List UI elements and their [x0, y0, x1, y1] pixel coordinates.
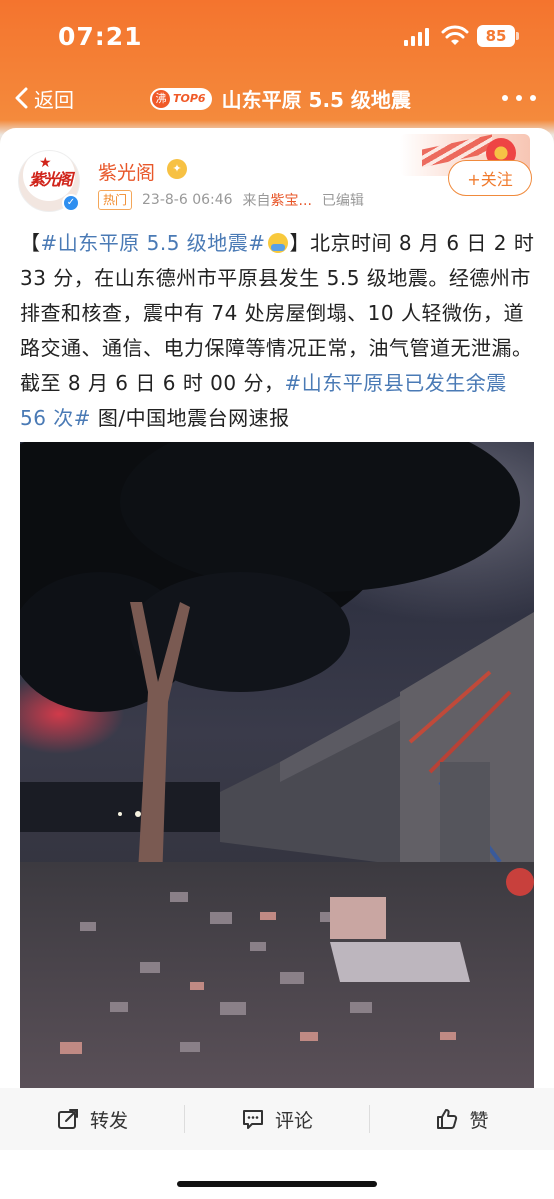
more-options-button[interactable]: [502, 86, 536, 110]
dot-icon: [516, 95, 522, 101]
follow-button[interactable]: +关注: [448, 160, 532, 196]
verified-badge-icon: ✓: [62, 194, 80, 212]
home-indicator[interactable]: [177, 1181, 377, 1187]
hot-tag: 热门: [98, 190, 133, 210]
page-title: 山东平原 5.5 级地震: [221, 88, 411, 112]
dot-icon: [502, 95, 508, 101]
hot-rank: TOP6: [173, 92, 206, 105]
comment-button[interactable]: 评论: [185, 1106, 369, 1133]
post-time: 23-8-6 06:46: [142, 192, 233, 208]
share-icon: [57, 1109, 78, 1129]
post-photo[interactable]: [20, 442, 534, 1088]
action-bar: 转发 评论 赞: [0, 1088, 554, 1150]
back-button[interactable]: 返回: [14, 82, 74, 114]
post-body: 【#山东平原 5.5 级地震# 】北京时间 8 月 6 日 2 时 33 分，在山…: [20, 226, 538, 436]
source-name[interactable]: 紫宝...: [271, 190, 312, 210]
battery-icon: 85: [477, 25, 519, 47]
earthquake-damage-photo: [20, 442, 534, 1088]
thumbs-up-icon: [437, 1109, 458, 1129]
nav-bar: 返回 沸 TOP6 山东平原 5.5 级地震: [0, 72, 554, 124]
comment-label: 评论: [274, 1109, 313, 1132]
status-bar: 07:21 85: [0, 0, 554, 72]
post-meta: 热门 23-8-6 06:46 来自 紫宝... 已编辑: [98, 190, 364, 210]
edited-label: 已编辑: [321, 193, 364, 209]
medal-icon: ✦: [167, 159, 187, 179]
bracket-open: 【: [20, 231, 41, 255]
like-button[interactable]: 赞: [370, 1106, 554, 1133]
like-label: 赞: [469, 1109, 489, 1132]
hot-icon: 沸: [152, 89, 170, 108]
hot-rank-badge: 沸 TOP6: [150, 87, 212, 110]
dot-icon: [530, 95, 536, 101]
repost-button[interactable]: 转发: [0, 1106, 184, 1133]
bracket-close: 】: [289, 231, 311, 255]
cellular-signal-icon: [404, 28, 430, 46]
chevron-left-icon: [15, 87, 28, 109]
source-prefix: 来自: [242, 193, 271, 209]
author-name[interactable]: 紫光阁: [98, 158, 155, 185]
back-label: 返回: [34, 87, 74, 112]
post-card: ★ 紫光阁 ✓ 紫光阁 ✦ 热门 23-8-6 06:46 来自 紫宝... 已…: [0, 128, 554, 1199]
wifi-icon: [441, 25, 469, 45]
face-mask-emoji-icon: [267, 233, 288, 253]
repost-label: 转发: [89, 1109, 128, 1132]
nav-title-group: 沸 TOP6 山东平原 5.5 级地震: [150, 84, 411, 113]
comment-icon: [242, 1110, 263, 1129]
post-credit: 图/中国地震台网速报: [91, 406, 290, 430]
avatar-logo-text: 紫光阁: [28, 170, 73, 189]
topic-link[interactable]: #山东平原 5.5 级地震#: [41, 231, 266, 255]
status-time: 07:21: [58, 22, 143, 51]
